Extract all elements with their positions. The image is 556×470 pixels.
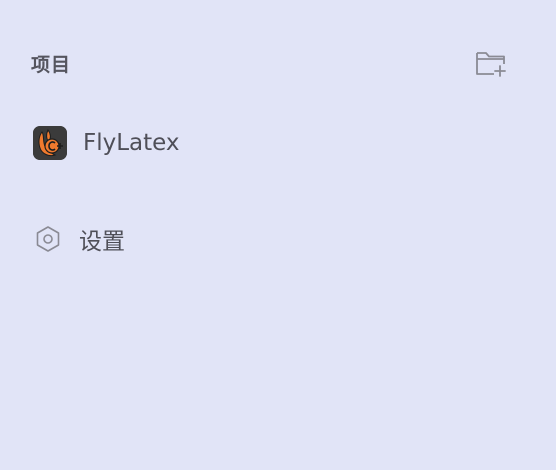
folder-plus-icon (476, 52, 506, 77)
projects-section-header: 项目 (31, 48, 511, 78)
flylatex-app-icon (33, 126, 67, 160)
project-label: FlyLatex (83, 130, 180, 156)
new-folder-button[interactable] (474, 48, 508, 78)
sidebar-item-settings[interactable]: 设置 (34, 222, 125, 256)
hexagon-gear-icon (34, 224, 62, 254)
project-item-flylatex[interactable]: FlyLatex (33, 124, 180, 162)
sidebar: 项目 FlyLatex 设置 (0, 0, 556, 470)
settings-label: 设置 (79, 229, 125, 255)
projects-section-title: 项目 (31, 54, 72, 76)
